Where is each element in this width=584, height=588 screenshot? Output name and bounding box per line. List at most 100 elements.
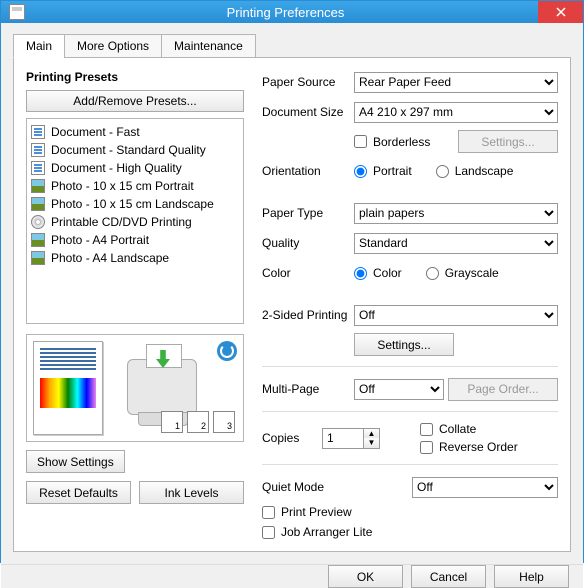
copies-down[interactable]: ▼ — [364, 438, 379, 448]
help-button[interactable]: Help — [494, 565, 569, 588]
copies-input[interactable] — [323, 429, 363, 448]
copies-spinner[interactable]: ▲▼ — [322, 428, 380, 449]
tab-maintenance[interactable]: Maintenance — [161, 34, 256, 58]
right-column: Paper Source Rear Paper Feed Document Si… — [262, 70, 558, 539]
color-radio[interactable] — [354, 267, 367, 280]
reverse-order-checkbox[interactable] — [420, 441, 433, 454]
printer-icon — [9, 4, 25, 20]
add-remove-presets-button[interactable]: Add/Remove Presets... — [26, 90, 244, 112]
print-preview-checkbox[interactable] — [262, 506, 275, 519]
preset-item[interactable]: Printable CD/DVD Printing — [29, 213, 241, 231]
preset-item[interactable]: Document - Fast — [29, 123, 241, 141]
close-button[interactable] — [538, 1, 583, 23]
refresh-icon[interactable] — [217, 341, 237, 361]
grayscale-radio[interactable] — [426, 267, 439, 280]
multi-page-label: Multi-Page — [262, 382, 354, 396]
preset-label: Document - High Quality — [51, 161, 182, 175]
portrait-radio-label[interactable]: Portrait — [354, 164, 412, 178]
paper-source-select[interactable]: Rear Paper Feed — [354, 72, 558, 93]
titlebar: Printing Preferences — [1, 1, 583, 23]
preset-label: Photo - 10 x 15 cm Landscape — [51, 197, 214, 211]
collate-checkbox[interactable] — [420, 423, 433, 436]
paper-type-select[interactable]: plain papers — [354, 203, 558, 224]
stack-icon: 3 — [213, 411, 235, 433]
tab-main[interactable]: Main — [13, 34, 65, 58]
preset-label: Photo - 10 x 15 cm Portrait — [51, 179, 194, 193]
grayscale-radio-label[interactable]: Grayscale — [426, 266, 499, 280]
photo-icon — [31, 179, 45, 193]
stack-icon: 2 — [187, 411, 209, 433]
quiet-mode-label: Quiet Mode — [262, 480, 412, 494]
preset-item[interactable]: Document - High Quality — [29, 159, 241, 177]
portrait-radio[interactable] — [354, 165, 367, 178]
two-sided-settings-button[interactable]: Settings... — [354, 333, 454, 356]
color-sample-icon — [40, 378, 96, 408]
window-title: Printing Preferences — [33, 5, 538, 20]
presets-title: Printing Presets — [26, 70, 244, 84]
photo-icon — [31, 197, 45, 211]
document-icon — [31, 125, 45, 139]
preset-label: Photo - A4 Landscape — [51, 251, 169, 265]
main-panel: Printing Presets Add/Remove Presets... D… — [13, 57, 571, 552]
ok-button[interactable]: OK — [328, 565, 403, 588]
preview-printer-area: 1 2 3 — [109, 341, 237, 435]
reverse-order-checkbox-label[interactable]: Reverse Order — [420, 440, 518, 454]
borderless-checkbox-label[interactable]: Borderless — [354, 135, 430, 149]
left-column: Printing Presets Add/Remove Presets... D… — [26, 70, 244, 539]
printing-preferences-window: Printing Preferences Main More Options M… — [0, 0, 584, 563]
preset-item[interactable]: Photo - A4 Portrait — [29, 231, 241, 249]
quality-label: Quality — [262, 236, 354, 250]
borderless-settings-button: Settings... — [458, 130, 558, 153]
collate-checkbox-label[interactable]: Collate — [420, 422, 518, 436]
quiet-mode-select[interactable]: Off — [412, 477, 558, 498]
cd-icon — [31, 215, 45, 229]
landscape-radio-label[interactable]: Landscape — [436, 164, 514, 178]
preset-item[interactable]: Photo - 10 x 15 cm Landscape — [29, 195, 241, 213]
document-size-select[interactable]: A4 210 x 297 mm — [354, 102, 558, 123]
cancel-button[interactable]: Cancel — [411, 565, 486, 588]
photo-icon — [31, 251, 45, 265]
document-icon — [31, 161, 45, 175]
paper-source-label: Paper Source — [262, 75, 354, 89]
client-area: Main More Options Maintenance Printing P… — [1, 23, 583, 564]
print-preview-checkbox-label[interactable]: Print Preview — [262, 505, 558, 519]
show-settings-button[interactable]: Show Settings — [26, 450, 125, 473]
copies-label: Copies — [262, 431, 322, 445]
orientation-label: Orientation — [262, 164, 354, 178]
tab-strip: Main More Options Maintenance — [13, 34, 571, 58]
preset-label: Document - Standard Quality — [51, 143, 206, 157]
paper-type-label: Paper Type — [262, 206, 354, 220]
page-order-button: Page Order... — [448, 378, 558, 401]
preset-label: Document - Fast — [51, 125, 140, 139]
ink-levels-button[interactable]: Ink Levels — [139, 481, 244, 504]
color-label: Color — [262, 266, 354, 280]
color-radio-label[interactable]: Color — [354, 266, 402, 280]
preset-item[interactable]: Document - Standard Quality — [29, 141, 241, 159]
document-size-label: Document Size — [262, 105, 354, 119]
quality-select[interactable]: Standard — [354, 233, 558, 254]
preset-item[interactable]: Photo - 10 x 15 cm Portrait — [29, 177, 241, 195]
tab-more-options[interactable]: More Options — [64, 34, 162, 58]
stack-icon: 1 — [161, 411, 183, 433]
preset-label: Printable CD/DVD Printing — [51, 215, 192, 229]
copies-illustration: 1 2 3 — [161, 411, 235, 433]
dialog-footer: OK Cancel Help — [1, 564, 583, 588]
landscape-radio[interactable] — [436, 165, 449, 178]
copies-up[interactable]: ▲ — [364, 429, 379, 439]
photo-icon — [31, 233, 45, 247]
job-arranger-checkbox-label[interactable]: Job Arranger Lite — [262, 525, 558, 539]
two-sided-label: 2-Sided Printing — [262, 308, 354, 322]
presets-list[interactable]: Document - Fast Document - Standard Qual… — [26, 118, 244, 324]
job-arranger-checkbox[interactable] — [262, 526, 275, 539]
reset-defaults-button[interactable]: Reset Defaults — [26, 481, 131, 504]
multi-page-select[interactable]: Off — [354, 379, 444, 400]
preset-label: Photo - A4 Portrait — [51, 233, 149, 247]
preview-sheet — [33, 341, 103, 435]
borderless-checkbox[interactable] — [354, 135, 367, 148]
preview-box: 1 2 3 — [26, 334, 244, 442]
preset-item[interactable]: Photo - A4 Landscape — [29, 249, 241, 267]
two-sided-select[interactable]: Off — [354, 305, 558, 326]
document-icon — [31, 143, 45, 157]
close-icon — [556, 7, 566, 17]
printer-illustration-icon — [127, 359, 197, 415]
